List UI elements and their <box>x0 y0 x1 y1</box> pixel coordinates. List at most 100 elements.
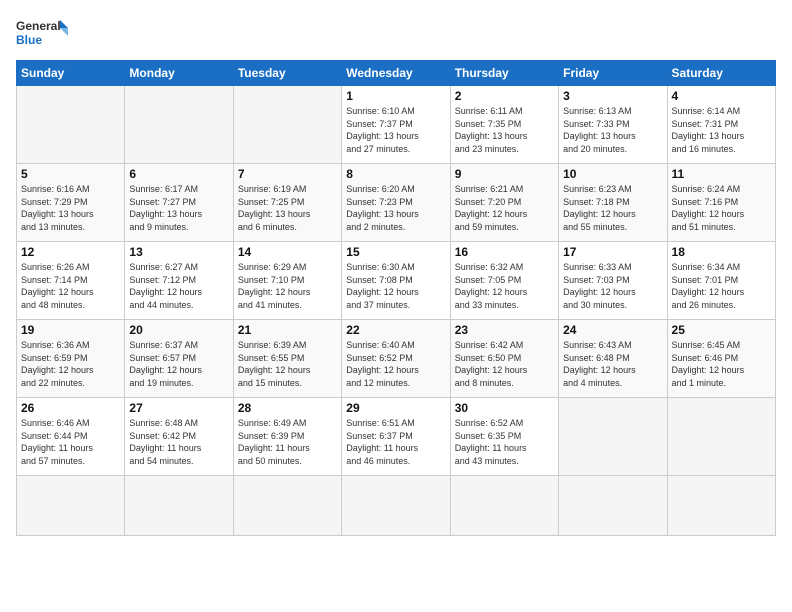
day-number: 4 <box>672 89 771 103</box>
calendar-cell: 9 Sunrise: 6:21 AM Sunset: 7:20 PM Daylig… <box>450 164 558 242</box>
calendar-cell <box>233 476 341 536</box>
day-number: 10 <box>563 167 662 181</box>
calendar-cell: 30 Sunrise: 6:52 AM Sunset: 6:35 PM Dayli… <box>450 398 558 476</box>
calendar-cell: 26 Sunrise: 6:46 AM Sunset: 6:44 PM Dayli… <box>17 398 125 476</box>
day-info: Sunrise: 6:51 AM Sunset: 6:37 PM Dayligh… <box>346 417 445 467</box>
day-number: 2 <box>455 89 554 103</box>
header: General Blue <box>16 16 776 52</box>
calendar-cell: 16Sunrise: 6:32 AM Sunset: 7:05 PM Dayli… <box>450 242 558 320</box>
day-info: Sunrise: 6:30 AM Sunset: 7:08 PM Dayligh… <box>346 261 445 311</box>
day-info: Sunrise: 6:24 AM Sunset: 7:16 PM Dayligh… <box>672 183 771 233</box>
calendar-cell <box>667 398 775 476</box>
calendar-cell: 29Sunrise: 6:51 AM Sunset: 6:37 PM Dayli… <box>342 398 450 476</box>
calendar-cell <box>342 476 450 536</box>
day-number: 21 <box>238 323 337 337</box>
day-info: Sunrise: 6:26 AM Sunset: 7:14 PM Dayligh… <box>21 261 120 311</box>
calendar-cell <box>125 476 233 536</box>
calendar-cell <box>17 476 125 536</box>
day-number: 22 <box>346 323 445 337</box>
day-info: Sunrise: 6:23 AM Sunset: 7:18 PM Dayligh… <box>563 183 662 233</box>
day-number: 25 <box>672 323 771 337</box>
calendar-row: 12 Sunrise: 6:26 AM Sunset: 7:14 PM Dayli… <box>17 242 776 320</box>
day-number: 15 <box>346 245 445 259</box>
day-number: 1 <box>346 89 445 103</box>
day-number: 9 <box>455 167 554 181</box>
day-info: Sunrise: 6:20 AM Sunset: 7:23 PM Dayligh… <box>346 183 445 233</box>
calendar-cell <box>667 476 775 536</box>
day-info: Sunrise: 6:17 AM Sunset: 7:27 PM Dayligh… <box>129 183 228 233</box>
weekday-header-tuesday: Tuesday <box>233 61 341 86</box>
day-info: Sunrise: 6:37 AM Sunset: 6:57 PM Dayligh… <box>129 339 228 389</box>
calendar-cell: 19 Sunrise: 6:36 AM Sunset: 6:59 PM Dayli… <box>17 320 125 398</box>
day-number: 14 <box>238 245 337 259</box>
day-number: 30 <box>455 401 554 415</box>
day-info: Sunrise: 6:13 AM Sunset: 7:33 PM Dayligh… <box>563 105 662 155</box>
calendar-cell: 12 Sunrise: 6:26 AM Sunset: 7:14 PM Dayli… <box>17 242 125 320</box>
day-info: Sunrise: 6:43 AM Sunset: 6:48 PM Dayligh… <box>563 339 662 389</box>
day-number: 23 <box>455 323 554 337</box>
day-number: 8 <box>346 167 445 181</box>
day-number: 26 <box>21 401 120 415</box>
calendar-cell <box>17 86 125 164</box>
calendar-cell: 10 Sunrise: 6:23 AM Sunset: 7:18 PM Dayli… <box>559 164 667 242</box>
calendar-header-row: SundayMondayTuesdayWednesdayThursdayFrid… <box>17 61 776 86</box>
calendar-cell: 22 Sunrise: 6:40 AM Sunset: 6:52 PM Dayli… <box>342 320 450 398</box>
day-number: 11 <box>672 167 771 181</box>
logo-svg: General Blue <box>16 16 76 52</box>
weekday-header-friday: Friday <box>559 61 667 86</box>
calendar-row: 5Sunrise: 6:16 AM Sunset: 7:29 PM Daylig… <box>17 164 776 242</box>
day-info: Sunrise: 6:16 AM Sunset: 7:29 PM Dayligh… <box>21 183 120 233</box>
day-info: Sunrise: 6:21 AM Sunset: 7:20 PM Dayligh… <box>455 183 554 233</box>
calendar-cell: 14Sunrise: 6:29 AM Sunset: 7:10 PM Dayli… <box>233 242 341 320</box>
day-number: 3 <box>563 89 662 103</box>
calendar-row: 19 Sunrise: 6:36 AM Sunset: 6:59 PM Dayli… <box>17 320 776 398</box>
calendar-cell: 15 Sunrise: 6:30 AM Sunset: 7:08 PM Dayli… <box>342 242 450 320</box>
calendar-cell: 23Sunrise: 6:42 AM Sunset: 6:50 PM Dayli… <box>450 320 558 398</box>
calendar-cell: 8 Sunrise: 6:20 AM Sunset: 7:23 PM Daylig… <box>342 164 450 242</box>
weekday-header-wednesday: Wednesday <box>342 61 450 86</box>
day-info: Sunrise: 6:10 AM Sunset: 7:37 PM Dayligh… <box>346 105 445 155</box>
calendar-cell: 17Sunrise: 6:33 AM Sunset: 7:03 PM Dayli… <box>559 242 667 320</box>
calendar-cell: 27 Sunrise: 6:48 AM Sunset: 6:42 PM Dayli… <box>125 398 233 476</box>
weekday-header-sunday: Sunday <box>17 61 125 86</box>
calendar-cell <box>233 86 341 164</box>
day-number: 24 <box>563 323 662 337</box>
calendar-row: 26 Sunrise: 6:46 AM Sunset: 6:44 PM Dayli… <box>17 398 776 476</box>
calendar-cell <box>559 398 667 476</box>
calendar-table: SundayMondayTuesdayWednesdayThursdayFrid… <box>16 60 776 536</box>
day-number: 13 <box>129 245 228 259</box>
day-number: 27 <box>129 401 228 415</box>
calendar-cell: 21Sunrise: 6:39 AM Sunset: 6:55 PM Dayli… <box>233 320 341 398</box>
calendar-cell <box>559 476 667 536</box>
calendar-cell: 11 Sunrise: 6:24 AM Sunset: 7:16 PM Dayli… <box>667 164 775 242</box>
day-info: Sunrise: 6:40 AM Sunset: 6:52 PM Dayligh… <box>346 339 445 389</box>
calendar-cell: 1 Sunrise: 6:10 AM Sunset: 7:37 PM Daylig… <box>342 86 450 164</box>
day-number: 28 <box>238 401 337 415</box>
day-number: 16 <box>455 245 554 259</box>
day-info: Sunrise: 6:46 AM Sunset: 6:44 PM Dayligh… <box>21 417 120 467</box>
day-info: Sunrise: 6:14 AM Sunset: 7:31 PM Dayligh… <box>672 105 771 155</box>
day-number: 19 <box>21 323 120 337</box>
calendar-cell <box>125 86 233 164</box>
calendar-cell: 2 Sunrise: 6:11 AM Sunset: 7:35 PM Daylig… <box>450 86 558 164</box>
calendar-row: 1 Sunrise: 6:10 AM Sunset: 7:37 PM Daylig… <box>17 86 776 164</box>
day-info: Sunrise: 6:27 AM Sunset: 7:12 PM Dayligh… <box>129 261 228 311</box>
calendar-cell: 4 Sunrise: 6:14 AM Sunset: 7:31 PM Daylig… <box>667 86 775 164</box>
calendar-cell: 20Sunrise: 6:37 AM Sunset: 6:57 PM Dayli… <box>125 320 233 398</box>
day-info: Sunrise: 6:19 AM Sunset: 7:25 PM Dayligh… <box>238 183 337 233</box>
calendar-cell: 24 Sunrise: 6:43 AM Sunset: 6:48 PM Dayli… <box>559 320 667 398</box>
weekday-header-monday: Monday <box>125 61 233 86</box>
day-number: 12 <box>21 245 120 259</box>
calendar-cell: 18Sunrise: 6:34 AM Sunset: 7:01 PM Dayli… <box>667 242 775 320</box>
day-info: Sunrise: 6:48 AM Sunset: 6:42 PM Dayligh… <box>129 417 228 467</box>
day-info: Sunrise: 6:36 AM Sunset: 6:59 PM Dayligh… <box>21 339 120 389</box>
calendar-cell <box>450 476 558 536</box>
day-number: 17 <box>563 245 662 259</box>
calendar-page: General Blue SundayMondayTuesdayWednesda… <box>0 0 792 612</box>
svg-text:Blue: Blue <box>16 33 42 47</box>
day-info: Sunrise: 6:52 AM Sunset: 6:35 PM Dayligh… <box>455 417 554 467</box>
day-info: Sunrise: 6:11 AM Sunset: 7:35 PM Dayligh… <box>455 105 554 155</box>
calendar-cell: 6Sunrise: 6:17 AM Sunset: 7:27 PM Daylig… <box>125 164 233 242</box>
day-number: 18 <box>672 245 771 259</box>
day-info: Sunrise: 6:45 AM Sunset: 6:46 PM Dayligh… <box>672 339 771 389</box>
